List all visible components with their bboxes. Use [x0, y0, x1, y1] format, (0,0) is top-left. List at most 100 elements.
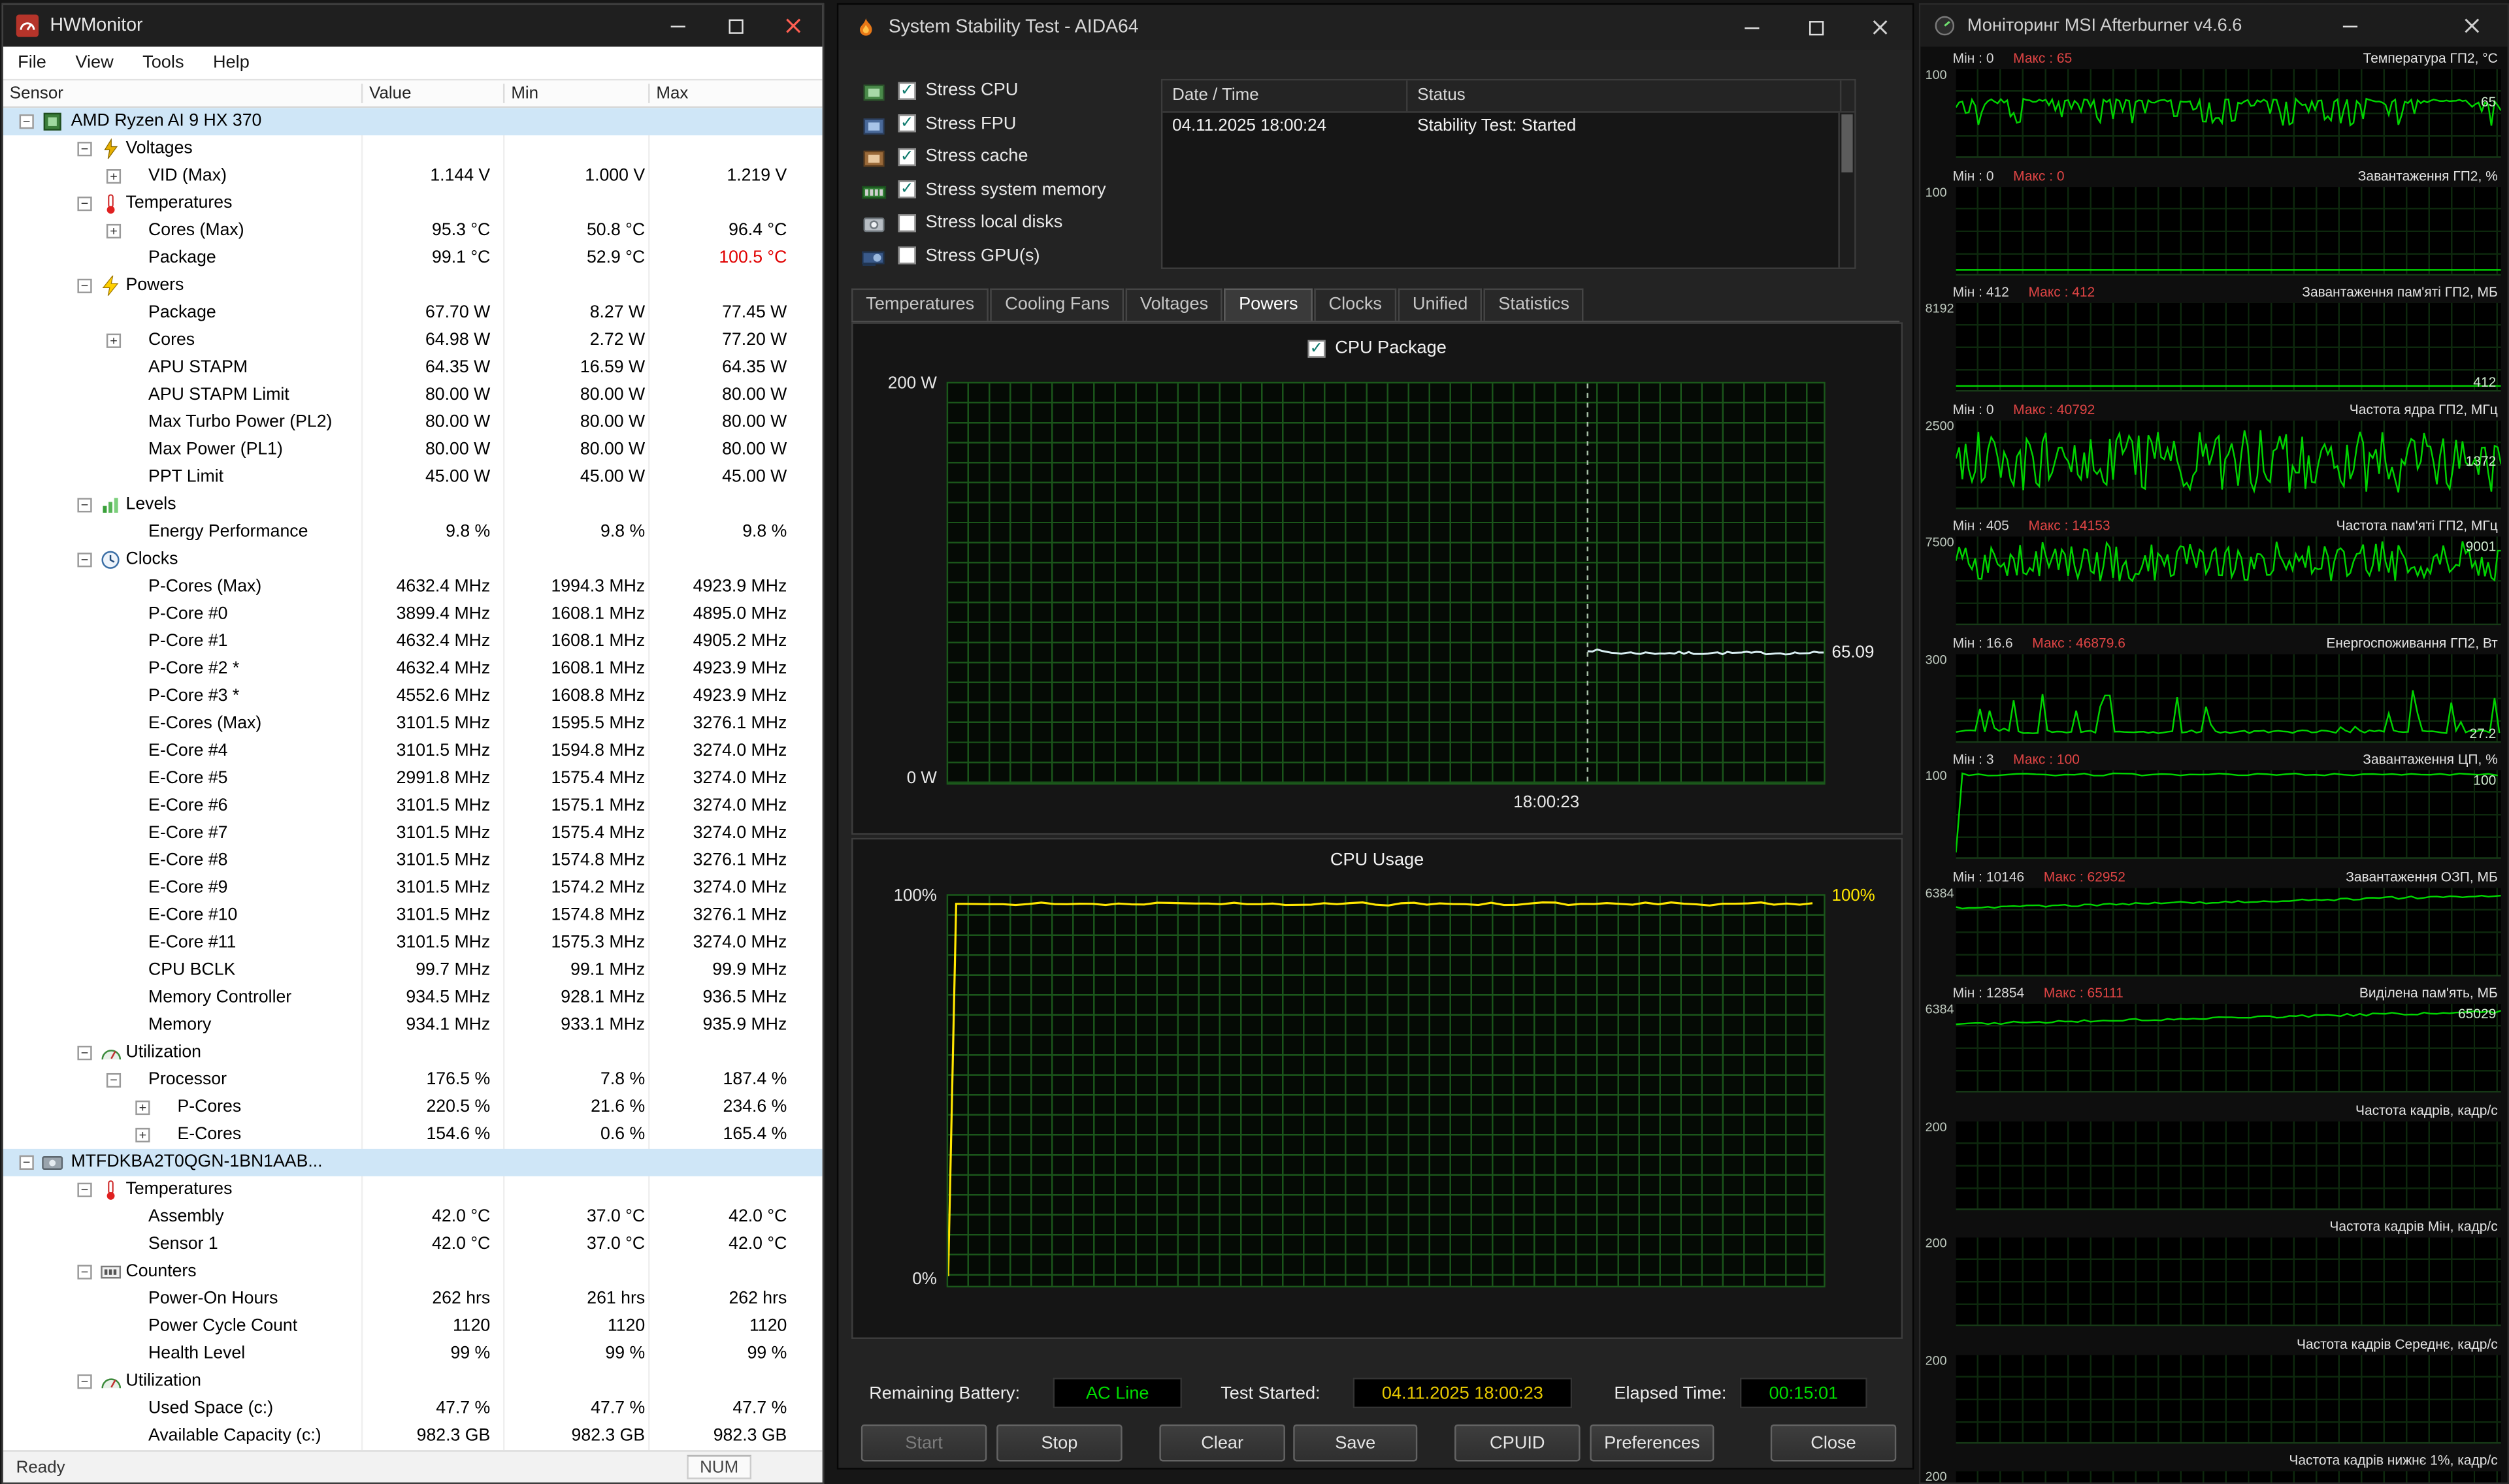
stress-option-fpu[interactable]: ✓Stress FPU — [861, 109, 1151, 138]
expand-box-icon[interactable]: + — [107, 169, 121, 184]
sensor-row[interactable]: APU STAPM64.35 W16.59 W64.35 W — [3, 355, 823, 382]
sensor-row[interactable]: +Cores (Max)95.3 °C50.8 °C96.4 °C — [3, 218, 823, 245]
checkbox-checked[interactable]: ✓ — [898, 180, 916, 198]
cpu-package-checkbox[interactable]: ✓ — [1307, 339, 1325, 357]
stress-option-gpu[interactable]: Stress GPU(s) — [861, 241, 1151, 270]
sensor-row[interactable]: +P-Cores220.5 %21.6 %234.6 % — [3, 1094, 823, 1121]
minimize-button[interactable] — [1719, 5, 1784, 50]
checkbox-checked[interactable]: ✓ — [898, 148, 916, 165]
sensor-row[interactable]: −AMD Ryzen AI 9 HX 370 — [3, 108, 823, 135]
sensor-row[interactable]: Package67.70 W8.27 W77.45 W — [3, 300, 823, 327]
sensor-row[interactable]: +VID (Max)1.144 V1.000 V1.219 V — [3, 163, 823, 190]
stress-option-memory[interactable]: ✓Stress system memory — [861, 175, 1151, 204]
sensor-row[interactable]: −Clocks — [3, 546, 823, 573]
maximize-button[interactable] — [1783, 5, 1848, 50]
collapse-box-icon[interactable]: − — [77, 197, 91, 211]
collapse-box-icon[interactable]: − — [77, 142, 91, 156]
collapse-box-icon[interactable]: − — [77, 553, 91, 567]
menu-view[interactable]: View — [61, 53, 128, 73]
close-button[interactable]: Close — [1771, 1425, 1896, 1462]
collapse-box-icon[interactable]: − — [77, 1374, 91, 1389]
sensor-row[interactable]: APU STAPM Limit80.00 W80.00 W80.00 W — [3, 382, 823, 410]
log-column-status[interactable]: Status — [1407, 80, 1841, 111]
tab-cooling-fans[interactable]: Cooling Fans — [991, 289, 1124, 321]
sensor-row[interactable]: −Processor176.5 %7.8 %187.4 % — [3, 1067, 823, 1094]
minimize-button[interactable] — [648, 5, 706, 46]
sensor-row[interactable]: −Utilization — [3, 1039, 823, 1067]
collapse-box-icon[interactable]: − — [77, 279, 91, 293]
sensor-row[interactable]: −Temperatures — [3, 1176, 823, 1204]
log-column-datetime[interactable]: Date / Time — [1162, 80, 1407, 111]
clear-button[interactable]: Clear — [1159, 1425, 1285, 1462]
sensor-row[interactable]: −Counters — [3, 1259, 823, 1286]
sensor-row[interactable]: −MTFDKBA2T0QGN-1BN1AAB... — [3, 1149, 823, 1176]
sensor-row[interactable]: P-Core #03899.4 MHz1608.1 MHz4895.0 MHz — [3, 601, 823, 628]
sensor-row[interactable]: E-Core #52991.8 MHz1575.4 MHz3274.0 MHz — [3, 766, 823, 793]
expand-box-icon[interactable]: + — [135, 1101, 150, 1115]
checkbox-unchecked[interactable] — [898, 246, 916, 264]
afterburner-titlebar[interactable]: Моніторинг MSI Afterburner v4.6.6 — [1920, 5, 2507, 46]
sensor-row[interactable]: Power-On Hours262 hrs261 hrs262 hrs — [3, 1286, 823, 1314]
sensor-row[interactable]: −Levels — [3, 491, 823, 519]
collapse-box-icon[interactable]: − — [77, 1046, 91, 1060]
sensor-row[interactable]: E-Core #63101.5 MHz1575.1 MHz3274.0 MHz — [3, 793, 823, 820]
close-button[interactable] — [2453, 5, 2491, 46]
sensor-row[interactable]: Power Cycle Count112011201120 — [3, 1314, 823, 1341]
tab-statistics[interactable]: Statistics — [1484, 289, 1584, 321]
close-button[interactable] — [764, 5, 823, 46]
sensor-row[interactable]: +Cores64.98 W2.72 W77.20 W — [3, 327, 823, 355]
collapse-box-icon[interactable]: − — [107, 1073, 121, 1088]
tab-clocks[interactable]: Clocks — [1314, 289, 1396, 321]
sensor-row[interactable]: P-Core #3 *4552.6 MHz1608.8 MHz4923.9 MH… — [3, 683, 823, 711]
stress-option-cpu[interactable]: ✓Stress CPU — [861, 76, 1151, 105]
cpuid-button[interactable]: CPUID — [1454, 1425, 1580, 1462]
sensor-row[interactable]: P-Cores (Max)4632.4 MHz1994.3 MHz4923.9 … — [3, 573, 823, 601]
column-header-min[interactable]: Min — [511, 84, 538, 103]
column-header-value[interactable]: Value — [369, 84, 411, 103]
sensor-row[interactable]: E-Core #43101.5 MHz1594.8 MHz3274.0 MHz — [3, 738, 823, 766]
aida64-titlebar[interactable]: System Stability Test - AIDA64 — [838, 5, 1912, 50]
tab-unified[interactable]: Unified — [1398, 289, 1483, 321]
sensor-row[interactable]: Memory Controller934.5 MHz928.1 MHz936.5… — [3, 984, 823, 1012]
sensor-row[interactable]: −Utilization — [3, 1368, 823, 1395]
sensor-row[interactable]: P-Core #2 *4632.4 MHz1608.1 MHz4923.9 MH… — [3, 656, 823, 683]
sensor-row[interactable]: E-Core #103101.5 MHz1574.8 MHz3276.1 MHz — [3, 902, 823, 929]
stress-option-cache[interactable]: ✓Stress cache — [861, 142, 1151, 170]
sensor-row[interactable]: Max Turbo Power (PL2)80.00 W80.00 W80.00… — [3, 410, 823, 437]
stress-option-disk[interactable]: Stress local disks — [861, 208, 1151, 236]
tab-temperatures[interactable]: Temperatures — [851, 289, 989, 321]
sensor-row[interactable]: PPT Limit45.00 W45.00 W45.00 W — [3, 464, 823, 491]
expand-box-icon[interactable]: + — [135, 1128, 150, 1142]
expand-box-icon[interactable]: + — [107, 334, 121, 348]
close-button[interactable] — [1848, 5, 1912, 50]
sensor-row[interactable]: Available Capacity (c:)982.3 GB982.3 GB9… — [3, 1423, 823, 1450]
stop-button[interactable]: Stop — [996, 1425, 1122, 1462]
column-header-max[interactable]: Max — [656, 84, 688, 103]
start-button[interactable]: Start — [861, 1425, 987, 1462]
save-button[interactable]: Save — [1293, 1425, 1417, 1462]
sensor-row[interactable]: Energy Performance9.8 %9.8 %9.8 % — [3, 519, 823, 546]
sensor-row[interactable]: E-Core #93101.5 MHz1574.2 MHz3274.0 MHz — [3, 875, 823, 903]
sensor-row[interactable]: P-Core #14632.4 MHz1608.1 MHz4905.2 MHz — [3, 628, 823, 656]
sensor-row[interactable]: E-Core #113101.5 MHz1575.3 MHz3274.0 MHz — [3, 929, 823, 957]
scrollbar-thumb[interactable] — [1841, 114, 1852, 172]
sensor-row[interactable]: E-Cores (Max)3101.5 MHz1595.5 MHz3276.1 … — [3, 711, 823, 738]
preferences-button[interactable]: Preferences — [1590, 1425, 1714, 1462]
column-header-sensor[interactable]: Sensor — [10, 84, 63, 103]
menu-help[interactable]: Help — [199, 53, 264, 73]
checkbox-unchecked[interactable] — [898, 214, 916, 231]
checkbox-checked[interactable]: ✓ — [898, 82, 916, 99]
log-row[interactable]: 04.11.2025 18:00:24Stability Test: Start… — [1162, 113, 1854, 142]
sensor-row[interactable]: CPU BCLK99.7 MHz99.1 MHz99.9 MHz — [3, 957, 823, 984]
sensor-row[interactable]: Assembly42.0 °C37.0 °C42.0 °C — [3, 1204, 823, 1231]
sensor-row[interactable]: Used Space (c:)47.7 %47.7 %47.7 % — [3, 1395, 823, 1423]
collapse-box-icon[interactable]: − — [20, 1155, 34, 1170]
sensor-row[interactable]: +E-Cores154.6 %0.6 %165.4 % — [3, 1121, 823, 1149]
collapse-box-icon[interactable]: − — [77, 1265, 91, 1280]
sensor-row[interactable]: −Voltages — [3, 135, 823, 163]
checkbox-checked[interactable]: ✓ — [898, 114, 916, 132]
collapse-box-icon[interactable]: − — [77, 498, 91, 512]
expand-box-icon[interactable]: + — [107, 224, 121, 238]
collapse-box-icon[interactable]: − — [20, 114, 34, 129]
maximize-button[interactable] — [706, 5, 764, 46]
